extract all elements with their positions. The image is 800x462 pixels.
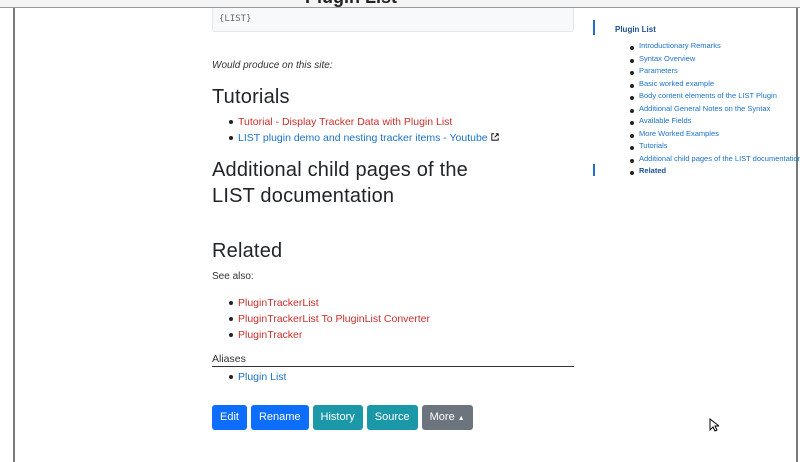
related-link[interactable]: PluginTrackerList [238,297,319,309]
code-block: {LIST} [212,8,574,32]
related-link[interactable]: PluginTrackerList To PluginList Converte… [238,313,430,325]
list-item[interactable]: Tutorial - Display Tracker Data with Plu… [212,114,499,130]
tutorial-link[interactable]: Tutorial - Display Tracker Data with Plu… [238,116,452,128]
heading-child-pages: Additional child pages of the LIST docum… [212,159,468,207]
toc-item[interactable]: Basic worked example [613,78,800,91]
top-page-header: Plugin List [0,0,800,8]
toc-indicator-bottom [593,164,595,176]
list-item[interactable]: LIST plugin demo and nesting tracker ite… [212,130,499,146]
heading-related: Related [212,240,283,262]
list-item[interactable]: PluginTracker [212,327,430,343]
youtube-link[interactable]: LIST plugin demo and nesting tracker ite… [238,132,488,144]
external-link-icon [489,133,500,143]
more-button[interactable]: More ▲ [421,405,473,430]
related-list: PluginTrackerList PluginTrackerList To P… [212,295,430,343]
more-label: More [429,411,455,423]
caret-up-icon: ▲ [457,415,465,422]
aliases-label: Aliases [212,353,574,367]
list-item[interactable]: PluginTrackerList To PluginList Converte… [212,311,430,327]
page-title-partial: Plugin List [305,0,397,7]
edit-button[interactable]: Edit [212,405,247,430]
tutorials-list: Tutorial - Display Tracker Data with Plu… [212,114,499,146]
see-also-label: See also: [212,271,254,282]
toc-item[interactable]: Available Fields [613,115,800,128]
toc-item[interactable]: More Worked Examples [613,128,800,141]
toc-item[interactable]: Body content elements of the LIST Plugin [613,90,800,103]
heading-tutorials: Tutorials [212,86,290,108]
alias-link[interactable]: Plugin List [238,371,286,383]
window-frame-left [13,8,15,462]
list-item[interactable]: Plugin List [212,369,286,385]
source-button[interactable]: Source [366,405,418,430]
mouse-cursor-icon [709,417,721,437]
aliases-list: Plugin List [212,369,286,385]
list-item[interactable]: PluginTrackerList [212,295,430,311]
toc-item[interactable]: Introductionary Remarks [613,40,800,53]
toc-list: Introductionary Remarks Syntax Overview … [613,40,800,178]
toc-item[interactable]: Tutorials [613,140,800,153]
toc-item-active[interactable]: Related [613,165,800,178]
produce-note: Would produce on this site: [212,60,333,71]
related-link[interactable]: PluginTracker [238,329,302,341]
rename-button[interactable]: Rename [250,405,309,430]
toc-indicator-top [593,20,595,35]
toc-item[interactable]: Additional child pages of the LIST docum… [613,153,800,166]
toc-item[interactable]: Additional General Notes on the Syntax [613,103,800,116]
page-actions: Edit Rename History Source More ▲ [212,405,473,430]
toc-title[interactable]: Plugin List [615,25,656,34]
toc-item[interactable]: Parameters [613,65,800,78]
history-button[interactable]: History [312,405,363,430]
toc-item[interactable]: Syntax Overview [613,53,800,66]
